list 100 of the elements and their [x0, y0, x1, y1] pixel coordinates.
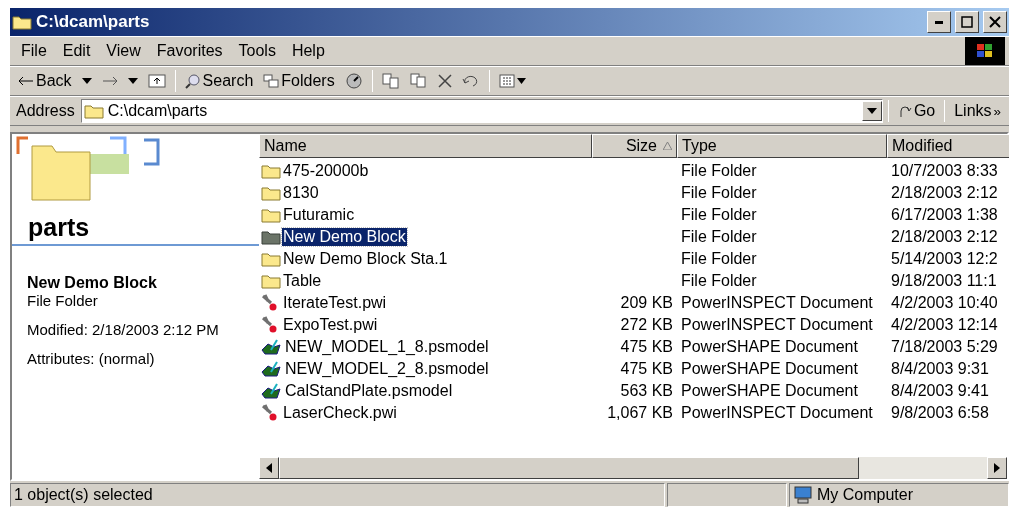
file-name[interactable]: Table — [282, 272, 323, 290]
up-folder-icon — [147, 73, 166, 89]
address-label: Address — [15, 102, 76, 120]
move-to-icon — [381, 73, 400, 89]
item-modified: Modified: 2/18/2003 2:12 PM — [27, 321, 220, 338]
address-field[interactable]: C:\dcam\parts — [80, 99, 883, 123]
menu-item[interactable]: File — [14, 40, 54, 62]
left-arrow-icon — [266, 463, 272, 473]
modified-cell-text: 2/18/2003 2:12 — [890, 184, 999, 202]
type-cell-text: PowerSHAPE Document — [680, 360, 859, 378]
maximize-icon — [961, 16, 973, 28]
column-header[interactable]: Size — [592, 134, 677, 158]
folder-icon — [83, 103, 104, 119]
maximize-button[interactable] — [955, 11, 979, 33]
folders-button[interactable]: Folders — [259, 70, 339, 92]
copy-icon — [409, 73, 428, 89]
windows-logo-icon — [965, 37, 1005, 65]
caret-icon — [127, 78, 138, 84]
menu-item[interactable]: Edit — [55, 40, 98, 62]
modified-cell-text: 8/4/2003 9:41 — [890, 382, 990, 400]
close-button[interactable] — [983, 11, 1007, 33]
scroll-right-button[interactable] — [987, 457, 1007, 479]
go-button[interactable]: Go — [893, 100, 940, 122]
model-icon — [261, 382, 283, 400]
size-cell-text: 272 KB — [619, 316, 674, 334]
type-cell-text: File Folder — [680, 272, 758, 290]
zone-label: My Computer — [817, 486, 914, 504]
type-cell-text: PowerINSPECT Document — [680, 294, 874, 312]
back-button[interactable]: Back — [14, 70, 76, 92]
undo-icon — [461, 75, 480, 87]
size-cell-text: 475 KB — [619, 360, 674, 378]
folder-icon — [261, 229, 281, 245]
horizontal-scrollbar[interactable] — [259, 457, 1007, 479]
folder-icon — [261, 251, 281, 267]
address-dropdown-button[interactable] — [861, 101, 882, 121]
type-cell-text: PowerINSPECT Document — [680, 404, 874, 422]
folder-icon — [261, 185, 281, 201]
folder-icon — [261, 207, 281, 223]
item-attributes: Attributes: (normal) — [27, 350, 156, 367]
modified-cell-text: 10/7/2003 8:33 — [890, 162, 999, 180]
caret-icon — [81, 78, 92, 84]
type-cell-text: PowerINSPECT Document — [680, 316, 874, 334]
type-cell-text: PowerSHAPE Document — [680, 338, 859, 356]
minimize-button[interactable] — [927, 11, 951, 33]
type-cell-text: File Folder — [680, 162, 758, 180]
column-header[interactable]: Name — [259, 134, 592, 158]
modified-cell-text: 9/8/2003 6:58 — [890, 404, 990, 422]
menu-item[interactable]: Favorites — [149, 40, 230, 62]
caret-icon — [866, 108, 877, 114]
modified-cell-text: 9/18/2003 11:1 — [890, 272, 998, 290]
status-text: 1 object(s) selected — [10, 483, 665, 507]
item-name: New Demo Block — [27, 274, 158, 292]
close-icon — [989, 16, 1001, 28]
search-icon — [184, 73, 201, 89]
modified-cell-text: 4/2/2003 12:14 — [890, 316, 999, 334]
scroll-left-button[interactable] — [259, 457, 279, 479]
file-name[interactable]: New Demo Block — [282, 228, 407, 246]
folder-icon — [12, 14, 32, 30]
menu-item[interactable]: Tools — [231, 40, 283, 62]
model-icon — [261, 360, 283, 378]
column-header[interactable]: Modified — [887, 134, 1009, 158]
size-cell-text: 209 KB — [619, 294, 674, 312]
menu-item[interactable]: Help — [284, 40, 332, 62]
model-icon — [261, 338, 283, 356]
modified-cell-text: 2/18/2003 2:12 — [890, 228, 999, 246]
clock-icon — [344, 72, 363, 90]
size-cell-text: 475 KB — [619, 338, 674, 356]
file-name[interactable]: IterateTest.pwi — [282, 294, 388, 312]
window-title: C:\dcam\parts — [36, 12, 151, 32]
modified-cell-text: 8/4/2003 9:31 — [890, 360, 990, 378]
modified-cell-text: 6/17/2003 1:38 — [890, 206, 999, 224]
type-cell-text: File Folder — [680, 250, 758, 268]
search-button[interactable]: Search — [180, 70, 258, 92]
column-header[interactable]: Type — [677, 134, 887, 158]
back-arrow-icon — [18, 76, 34, 86]
size-cell-text: 563 KB — [619, 382, 674, 400]
file-name[interactable]: NEW_MODEL_2_8.psmodel — [284, 360, 490, 378]
file-name[interactable]: 475-20000b — [282, 162, 370, 180]
type-cell-text: File Folder — [680, 206, 758, 224]
file-name[interactable]: Futuramic — [282, 206, 356, 224]
file-name[interactable]: NEW_MODEL_1_8.psmodel — [284, 338, 490, 356]
file-name[interactable]: ExpoTest.pwi — [282, 316, 379, 334]
delete-icon — [437, 74, 452, 88]
modified-cell-text: 7/18/2003 5:29 — [890, 338, 999, 356]
scroll-thumb[interactable] — [279, 457, 859, 479]
item-type: File Folder — [27, 292, 99, 309]
modified-cell-text: 5/14/2003 12:2 — [890, 250, 999, 268]
type-cell-text: PowerSHAPE Document — [680, 382, 859, 400]
forward-arrow-icon — [101, 76, 118, 86]
file-name[interactable]: CalStandPlate.psmodel — [284, 382, 454, 400]
computer-icon — [793, 486, 813, 504]
folder-name: parts — [28, 213, 90, 242]
folder-icon — [261, 163, 281, 179]
menu-item[interactable]: View — [99, 40, 148, 62]
minimize-icon — [935, 20, 943, 24]
file-name[interactable]: New Demo Block Sta.1 — [282, 250, 449, 268]
modified-cell-text: 4/2/2003 10:40 — [890, 294, 999, 312]
file-name[interactable]: LaserCheck.pwi — [282, 404, 398, 422]
size-cell-text: 1,067 KB — [606, 404, 674, 422]
file-name[interactable]: 8130 — [282, 184, 320, 202]
